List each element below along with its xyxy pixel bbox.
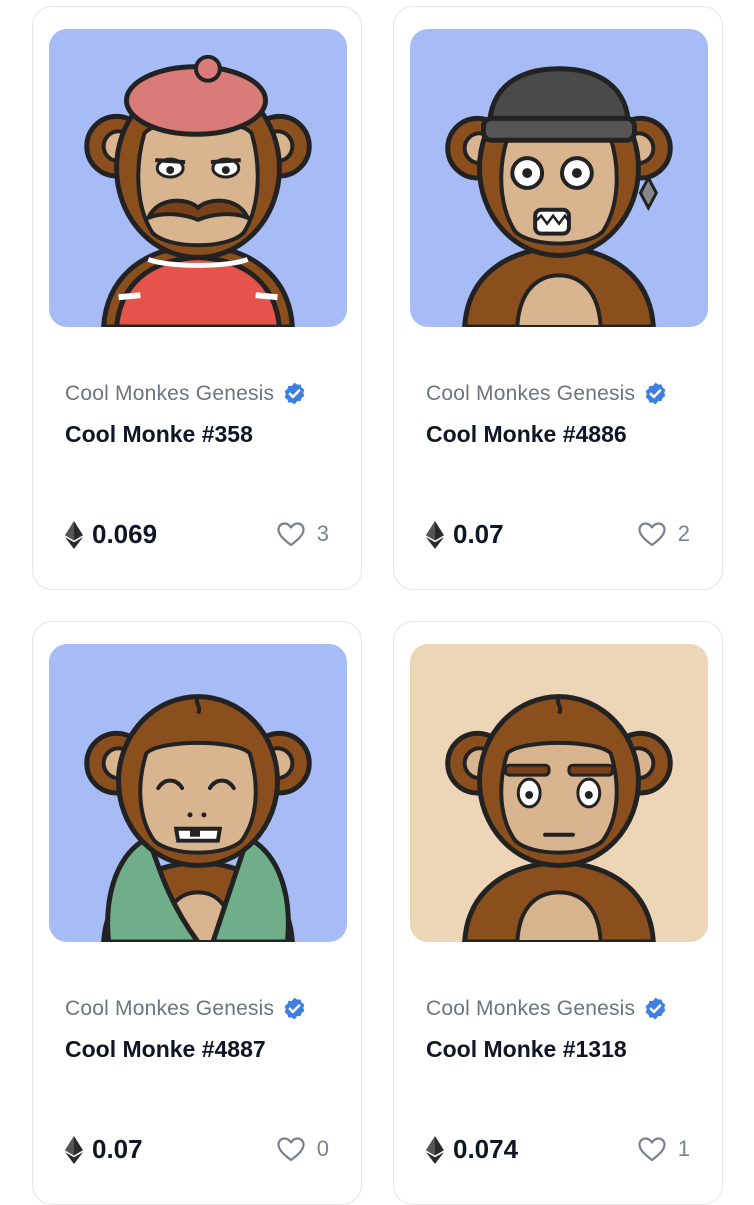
ethereum-icon — [426, 1135, 444, 1164]
nft-card[interactable]: Cool Monkes Genesis Cool Monke #4886 0.0… — [393, 6, 723, 590]
nft-card[interactable]: Cool Monkes Genesis Cool Monke #358 0.06… — [32, 6, 362, 590]
like-count: 0 — [316, 1136, 329, 1161]
like-count: 2 — [677, 521, 690, 546]
nft-image[interactable] — [410, 644, 708, 942]
price-value: 0.07 — [92, 1134, 143, 1164]
nft-image[interactable] — [410, 29, 708, 327]
heart-icon[interactable] — [277, 1136, 305, 1162]
nft-card[interactable]: Cool Monkes Genesis Cool Monke #1318 0.0… — [393, 621, 723, 1205]
nft-card[interactable]: Cool Monkes Genesis Cool Monke #4887 0.0… — [32, 621, 362, 1205]
ethereum-icon — [65, 1135, 83, 1164]
monke-fur-coat-image — [49, 644, 347, 942]
collection-name[interactable]: Cool Monkes Genesis — [426, 382, 635, 406]
item-name[interactable]: Cool Monke #1318 — [426, 1036, 627, 1063]
price-row: 0.074 — [426, 1134, 518, 1165]
heart-icon[interactable] — [277, 521, 305, 547]
verified-badge-icon — [282, 381, 307, 406]
like-button[interactable]: 0 — [277, 1136, 329, 1162]
monke-beanie-earring-image — [410, 29, 708, 327]
price-value: 0.07 — [453, 519, 504, 549]
ethereum-icon — [65, 520, 83, 549]
item-name[interactable]: Cool Monke #358 — [65, 421, 253, 448]
collection-row[interactable]: Cool Monkes Genesis — [65, 381, 307, 406]
nft-image[interactable] — [49, 29, 347, 327]
verified-badge-icon — [643, 996, 668, 1021]
monke-plain-image — [410, 644, 708, 942]
collection-row[interactable]: Cool Monkes Genesis — [65, 996, 307, 1021]
like-button[interactable]: 3 — [277, 521, 329, 547]
monke-beret-mustache-image — [49, 29, 347, 327]
verified-badge-icon — [643, 381, 668, 406]
like-count: 1 — [677, 1136, 690, 1161]
collection-row[interactable]: Cool Monkes Genesis — [426, 381, 668, 406]
price-row: 0.07 — [426, 519, 504, 550]
like-button[interactable]: 1 — [638, 1136, 690, 1162]
price-value: 0.069 — [92, 519, 158, 549]
heart-icon[interactable] — [638, 521, 666, 547]
collection-name[interactable]: Cool Monkes Genesis — [426, 997, 635, 1021]
nft-image[interactable] — [49, 644, 347, 942]
collection-row[interactable]: Cool Monkes Genesis — [426, 996, 668, 1021]
like-button[interactable]: 2 — [638, 521, 690, 547]
price-row: 0.069 — [65, 519, 157, 550]
collection-name[interactable]: Cool Monkes Genesis — [65, 997, 274, 1021]
verified-badge-icon — [282, 996, 307, 1021]
price-value: 0.074 — [453, 1134, 519, 1164]
price-row: 0.07 — [65, 1134, 143, 1165]
collection-name[interactable]: Cool Monkes Genesis — [65, 382, 274, 406]
ethereum-icon — [426, 520, 444, 549]
item-name[interactable]: Cool Monke #4886 — [426, 421, 627, 448]
item-name[interactable]: Cool Monke #4887 — [65, 1036, 266, 1063]
heart-icon[interactable] — [638, 1136, 666, 1162]
like-count: 3 — [316, 521, 329, 546]
